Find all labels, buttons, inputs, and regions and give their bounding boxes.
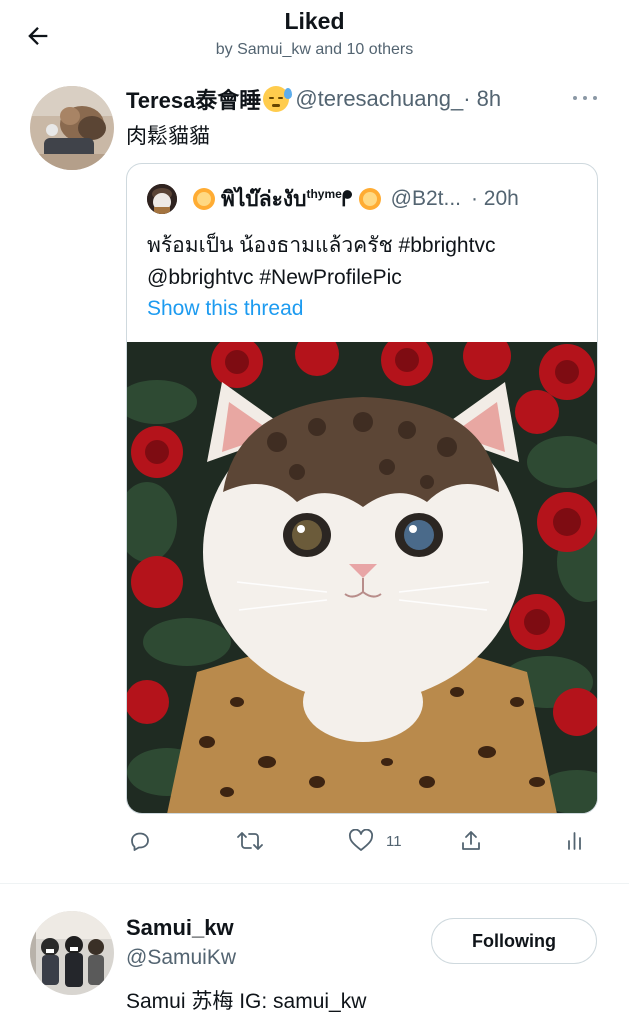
tweet-actions: 11 [126, 825, 606, 857]
sun-face-icon-2 [358, 188, 381, 210]
share-icon [462, 831, 480, 850]
tweet[interactable]: Teresa泰會睡 @teresachuang_ · 8h 肉鬆貓貓 พิไบ๊… [0, 76, 629, 884]
quoted-text-line-2: @bbrightvc #NewProfilePic [147, 266, 402, 289]
sleepy-face-icon [263, 86, 293, 112]
tweet-header: Teresa泰會睡 @teresachuang_ · 8h [126, 85, 606, 113]
like-count: 11 [386, 832, 402, 850]
user-bio: Samui 苏梅 IG: samui_kw [126, 990, 367, 1013]
tweet-timestamp[interactable]: · 8h [463, 86, 501, 112]
quoted-author-name[interactable]: พิไบ๊ล่ะงับthymeᖰ [221, 183, 353, 216]
user-handle[interactable]: @SamuiKw [126, 946, 236, 970]
user-row[interactable]: Samui_kw @SamuiKw Samui 苏梅 IG: samui_kw … [0, 884, 629, 1024]
page-header: Liked by Samui_kw and 10 others [0, 0, 629, 76]
quoted-tweet-text: พร้อมเป็น น้องธามแล้วครัช #bbrightvc @bb… [147, 230, 587, 294]
analytics-icon [568, 832, 581, 850]
reply-button[interactable] [128, 825, 152, 857]
quoted-tweet-image[interactable] [127, 342, 597, 813]
analytics-button[interactable] [566, 825, 586, 857]
quoted-tweet[interactable]: พิไบ๊ล่ะงับthymeᖰ @B2t... · 20h พร้อมเป็… [126, 163, 598, 814]
tweet-author-avatar[interactable] [30, 86, 114, 170]
share-button[interactable] [459, 825, 483, 857]
page-subtitle: by Samui_kw and 10 others [215, 41, 414, 58]
page-title: Liked [284, 8, 345, 34]
quoted-timestamp[interactable]: · 20h [471, 187, 519, 211]
tweet-text: 肉鬆貓貓 [126, 125, 210, 148]
user-name[interactable]: Samui_kw [126, 915, 234, 941]
sun-face-icon [193, 188, 215, 210]
following-button[interactable]: Following [431, 918, 597, 964]
quoted-author-handle[interactable]: @B2t... [391, 187, 461, 211]
quoted-tweet-header: พิไบ๊ล่ะงับthymeᖰ @B2t... · 20h [147, 184, 587, 214]
show-thread-link[interactable]: Show this thread [147, 297, 303, 321]
more-horizontal-icon [573, 96, 577, 100]
retweet-icon [237, 832, 263, 850]
reply-icon [131, 832, 149, 851]
like-button[interactable]: 11 [348, 825, 402, 857]
heart-icon [349, 829, 373, 851]
tweet-author-name[interactable]: Teresa泰會睡 [126, 83, 261, 115]
retweet-button[interactable] [236, 825, 264, 857]
more-options-button[interactable] [573, 88, 597, 108]
tweet-author-handle[interactable]: @teresachuang_ [295, 86, 463, 112]
user-avatar[interactable] [30, 911, 114, 995]
quoted-author-avatar[interactable] [147, 184, 177, 214]
quoted-text-line-1: พร้อมเป็น น้องธามแล้วครัช #bbrightvc [147, 234, 496, 257]
